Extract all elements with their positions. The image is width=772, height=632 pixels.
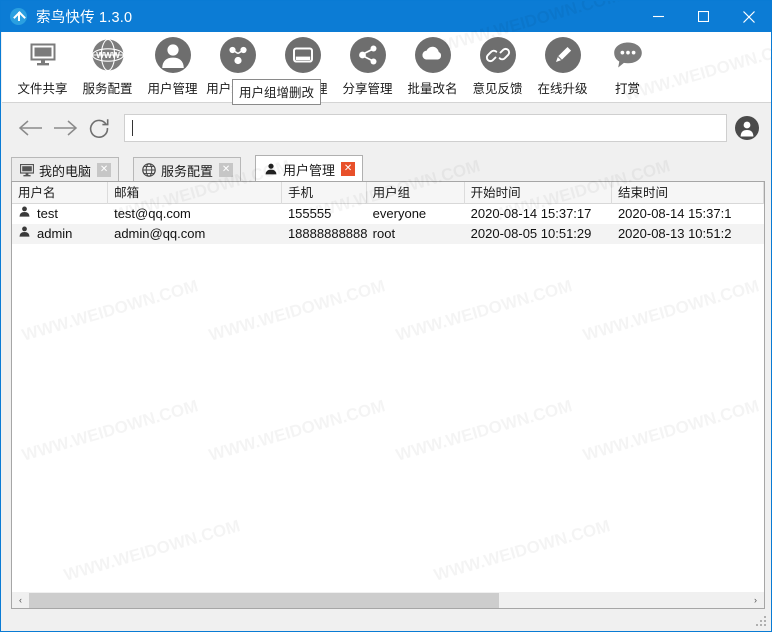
scroll-left-arrow-icon[interactable]: ‹ (12, 593, 29, 608)
column-header-start-time[interactable]: 开始时间 (465, 182, 612, 204)
toolbar-item-online-upgrade[interactable]: 在线升级 (530, 32, 595, 100)
scrollbar-track[interactable] (29, 592, 747, 608)
toolbar-label: 意见反馈 (472, 82, 523, 96)
column-header-group[interactable]: 用户组 (367, 182, 465, 204)
toolbar-label: 分享管理 (342, 82, 393, 96)
cell-username-text: admin (37, 226, 73, 241)
tab-close-button[interactable]: ✕ (219, 163, 234, 177)
table-row[interactable]: admin admin@qq.com 18888888888 root 2020… (12, 224, 764, 244)
toolbar-item-user-manage[interactable]: 用户管理 (140, 32, 205, 100)
toolbar-label: 在线升级 (537, 82, 588, 96)
tab-close-button[interactable]: ✕ (97, 163, 112, 177)
cell-end-time: 2020-08-13 10:51:2 (617, 226, 732, 241)
main-toolbar: 文件共享 WWW 服务配置 用户管理 分享管理 批量改名 意见反馈 在线升级 打… (2, 32, 771, 103)
column-header-email[interactable]: 邮箱 (108, 182, 282, 204)
close-button[interactable] (726, 1, 771, 32)
chat-bubble-icon (610, 37, 646, 73)
toolbar-item-feedback[interactable]: 意见反馈 (465, 32, 530, 100)
scroll-right-arrow-icon[interactable]: › (747, 593, 764, 608)
toolbar-label: 服务配置 (82, 82, 133, 96)
link-icon (479, 37, 516, 73)
refresh-icon[interactable] (82, 111, 116, 145)
tab-label: 我的电脑 (39, 163, 92, 179)
cell-group: root (372, 226, 396, 241)
arrow-right-icon[interactable] (48, 111, 82, 145)
toolbar-tooltip: 用户组增删改 (232, 79, 322, 105)
app-icon (10, 8, 27, 25)
cloud-icon (414, 37, 451, 73)
user-icon (154, 37, 191, 73)
toolbar-label: 文件共享 (17, 82, 68, 96)
text-caret (132, 120, 133, 136)
user-icon (18, 224, 31, 244)
user-group-icon (219, 37, 256, 73)
column-header-end-time[interactable]: 结束时间 (612, 182, 764, 204)
cell-group: everyone (372, 206, 427, 221)
window-controls (636, 1, 771, 32)
monitor-icon (25, 37, 61, 73)
navigation-bar (2, 104, 771, 152)
www-globe-icon: WWW (90, 37, 126, 73)
window-title: 索鸟快传 1.3.0 (36, 10, 133, 26)
tab-label: 用户管理 (283, 162, 336, 178)
toolbar-item-donate[interactable]: 打赏 (595, 32, 660, 100)
tab-close-button[interactable]: ✕ (341, 162, 356, 176)
minimize-button[interactable] (636, 1, 681, 32)
tab-bar: 我的电脑 ✕ 服务配置 ✕ 用户管理 ✕ (11, 155, 769, 182)
resize-grip[interactable] (756, 616, 767, 627)
tab-label: 服务配置 (161, 163, 214, 179)
table-row[interactable]: test test@qq.com 155555 everyone 2020-08… (12, 204, 764, 224)
cell-phone: 155555 (287, 206, 332, 221)
cell-email: test@qq.com (114, 206, 191, 221)
address-bar[interactable] (124, 114, 727, 142)
toolbar-item-file-share[interactable]: 文件共享 (10, 32, 75, 100)
monitor-icon (20, 163, 34, 177)
user-icon (264, 162, 278, 176)
tab-user-manage[interactable]: 用户管理 ✕ (255, 155, 364, 182)
title-bar: 索鸟快传 1.3.0 (1, 1, 771, 32)
share-icon (349, 37, 386, 73)
cell-end-time: 2020-08-14 15:37:1 (617, 206, 732, 221)
toolbar-label: 用户管理 (147, 82, 198, 96)
arrow-left-icon[interactable] (14, 111, 48, 145)
pencil-icon (544, 37, 581, 73)
column-header-phone[interactable]: 手机 (282, 182, 367, 204)
cell-username-text: test (37, 206, 58, 221)
toolbar-item-share-manage[interactable]: 分享管理 (335, 32, 400, 100)
toolbar-item-service-config[interactable]: WWW 服务配置 (75, 32, 140, 100)
user-table-panel: 用户名 邮箱 手机 用户组 开始时间 结束时间 test test@qq.com… (11, 181, 765, 596)
account-circle-icon[interactable] (735, 116, 759, 140)
svg-text:WWW: WWW (96, 50, 120, 60)
tab-service-config[interactable]: 服务配置 ✕ (133, 157, 242, 182)
cell-username: admin (12, 224, 108, 244)
cell-username: test (12, 204, 108, 224)
address-input[interactable] (132, 115, 719, 141)
globe-icon (142, 163, 156, 177)
cell-start-time: 2020-08-14 15:37:17 (470, 206, 592, 221)
application-window: 索鸟快传 1.3.0 文件共享 WWW 服务配置 用户管理 分享管理 批量改名 … (0, 0, 772, 632)
horizontal-scrollbar[interactable]: ‹ › (11, 592, 765, 609)
maximize-button[interactable] (681, 1, 726, 32)
tab-my-computer[interactable]: 我的电脑 ✕ (11, 157, 120, 182)
scrollbar-thumb[interactable] (29, 592, 499, 608)
toolbar-label: 打赏 (614, 82, 640, 96)
table-header-row: 用户名 邮箱 手机 用户组 开始时间 结束时间 (12, 182, 764, 204)
user-icon (18, 204, 31, 224)
cell-start-time: 2020-08-05 10:51:29 (470, 226, 592, 241)
toolbar-item-batch-rename[interactable]: 批量改名 (400, 32, 465, 100)
cell-email: admin@qq.com (114, 226, 206, 241)
folder-icon (284, 37, 321, 73)
toolbar-label: 批量改名 (407, 82, 458, 96)
column-header-username[interactable]: 用户名 (12, 182, 109, 204)
cell-phone: 18888888888 (287, 226, 367, 241)
